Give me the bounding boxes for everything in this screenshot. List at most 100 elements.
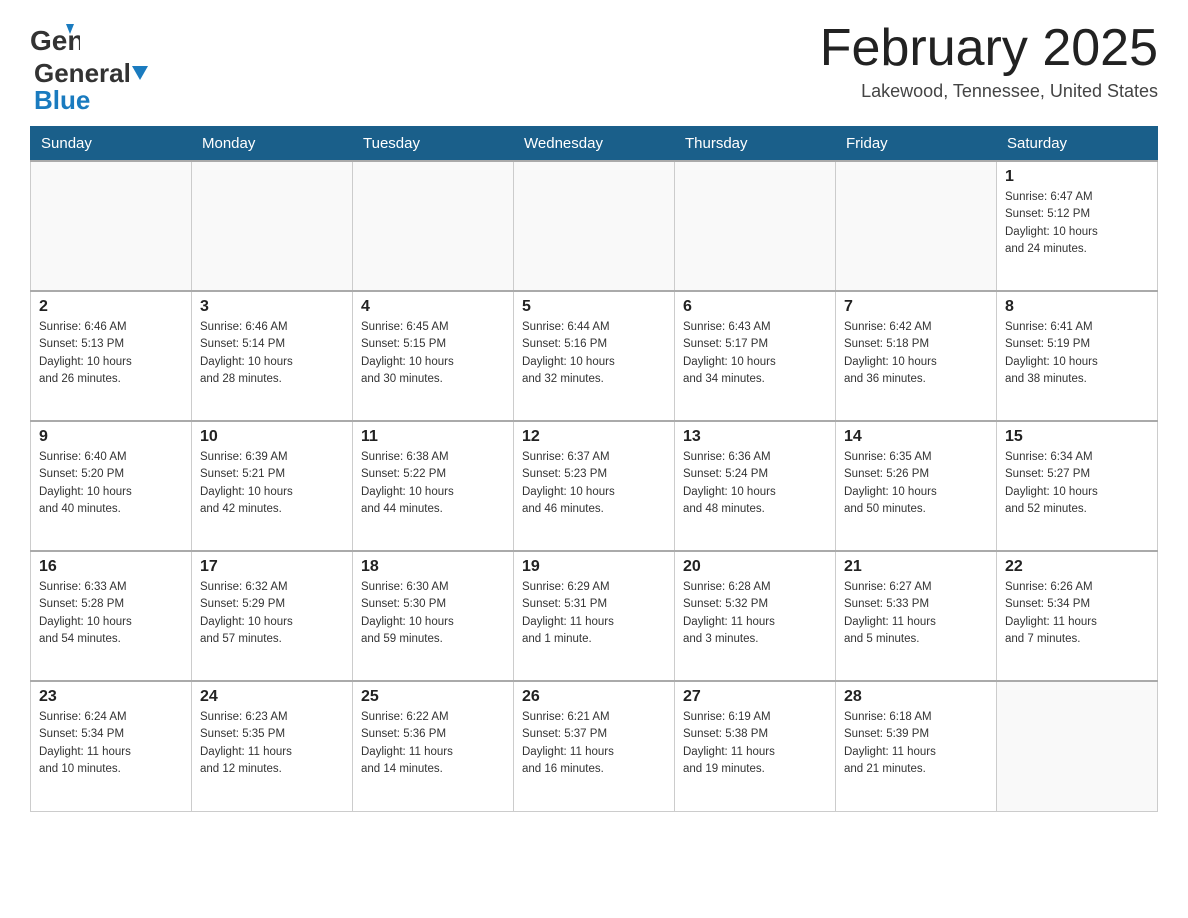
day-cell: 8 Sunrise: 6:41 AM Sunset: 5:19 PM Daylig… xyxy=(997,291,1158,421)
week-row-1: 1 Sunrise: 6:47 AM Sunset: 5:12 PM Daylig… xyxy=(31,161,1158,291)
day-cell: 15 Sunrise: 6:34 AM Sunset: 5:27 PM Dayli… xyxy=(997,421,1158,551)
day-cell: 11Sunrise: 6:38 AM Sunset: 5:22 PM Dayli… xyxy=(353,421,514,551)
title-section: February 2025 Lakewood, Tennessee, Unite… xyxy=(820,20,1158,102)
month-title: February 2025 xyxy=(820,20,1158,77)
weekday-header-sunday: Sunday xyxy=(31,127,192,162)
location: Lakewood, Tennessee, United States xyxy=(820,81,1158,102)
day-number: 13 xyxy=(683,428,827,446)
day-cell: 4 Sunrise: 6:45 AM Sunset: 5:15 PM Daylig… xyxy=(353,291,514,421)
day-number: 2 xyxy=(39,298,183,316)
day-info: Sunrise: 6:42 AM Sunset: 5:18 PM Dayligh… xyxy=(844,319,988,388)
day-info: Sunrise: 6:43 AM Sunset: 5:17 PM Dayligh… xyxy=(683,319,827,388)
day-cell: 3Sunrise: 6:46 AM Sunset: 5:14 PM Daylig… xyxy=(192,291,353,421)
weekday-header-saturday: Saturday xyxy=(997,127,1158,162)
day-cell: 26 Sunrise: 6:21 AM Sunset: 5:37 PM Dayli… xyxy=(514,681,675,811)
day-info: Sunrise: 6:23 AM Sunset: 5:35 PM Dayligh… xyxy=(200,709,344,778)
day-cell: 16 Sunrise: 6:33 AM Sunset: 5:28 PM Dayli… xyxy=(31,551,192,681)
day-number: 11 xyxy=(361,428,505,446)
day-cell: 2 Sunrise: 6:46 AM Sunset: 5:13 PM Daylig… xyxy=(31,291,192,421)
day-info: Sunrise: 6:46 AM Sunset: 5:13 PM Dayligh… xyxy=(39,319,183,388)
day-cell: 21 Sunrise: 6:27 AM Sunset: 5:33 PM Dayli… xyxy=(836,551,997,681)
day-info: Sunrise: 6:32 AM Sunset: 5:29 PM Dayligh… xyxy=(200,579,344,648)
day-number: 18 xyxy=(361,558,505,576)
weekday-header-wednesday: Wednesday xyxy=(514,127,675,162)
day-info: Sunrise: 6:22 AM Sunset: 5:36 PM Dayligh… xyxy=(361,709,505,778)
day-number: 3 xyxy=(200,298,344,316)
day-cell xyxy=(353,161,514,291)
day-cell xyxy=(31,161,192,291)
day-cell: 5Sunrise: 6:44 AM Sunset: 5:16 PM Daylig… xyxy=(514,291,675,421)
day-cell: 9 Sunrise: 6:40 AM Sunset: 5:20 PM Daylig… xyxy=(31,421,192,551)
day-info: Sunrise: 6:29 AM Sunset: 5:31 PM Dayligh… xyxy=(522,579,666,648)
day-number: 20 xyxy=(683,558,827,576)
week-row-5: 23 Sunrise: 6:24 AM Sunset: 5:34 PM Dayli… xyxy=(31,681,1158,811)
day-cell xyxy=(997,681,1158,811)
day-cell: 13 Sunrise: 6:36 AM Sunset: 5:24 PM Dayli… xyxy=(675,421,836,551)
week-row-2: 2 Sunrise: 6:46 AM Sunset: 5:13 PM Daylig… xyxy=(31,291,1158,421)
day-cell: 17 Sunrise: 6:32 AM Sunset: 5:29 PM Dayli… xyxy=(192,551,353,681)
day-info: Sunrise: 6:39 AM Sunset: 5:21 PM Dayligh… xyxy=(200,449,344,518)
day-cell xyxy=(675,161,836,291)
logo: General General Blue xyxy=(30,20,149,116)
day-info: Sunrise: 6:33 AM Sunset: 5:28 PM Dayligh… xyxy=(39,579,183,648)
day-info: Sunrise: 6:47 AM Sunset: 5:12 PM Dayligh… xyxy=(1005,189,1149,258)
day-info: Sunrise: 6:27 AM Sunset: 5:33 PM Dayligh… xyxy=(844,579,988,648)
weekday-header-thursday: Thursday xyxy=(675,127,836,162)
day-number: 28 xyxy=(844,688,988,706)
day-cell: 1 Sunrise: 6:47 AM Sunset: 5:12 PM Daylig… xyxy=(997,161,1158,291)
day-cell: 22 Sunrise: 6:26 AM Sunset: 5:34 PM Dayli… xyxy=(997,551,1158,681)
day-number: 14 xyxy=(844,428,988,446)
day-info: Sunrise: 6:18 AM Sunset: 5:39 PM Dayligh… xyxy=(844,709,988,778)
day-cell: 25Sunrise: 6:22 AM Sunset: 5:36 PM Dayli… xyxy=(353,681,514,811)
day-number: 16 xyxy=(39,558,183,576)
day-number: 1 xyxy=(1005,168,1149,186)
day-number: 27 xyxy=(683,688,827,706)
day-info: Sunrise: 6:24 AM Sunset: 5:34 PM Dayligh… xyxy=(39,709,183,778)
day-number: 6 xyxy=(683,298,827,316)
day-number: 7 xyxy=(844,298,988,316)
page-header: General General Blue February 2025 Lakew… xyxy=(30,20,1158,116)
day-number: 26 xyxy=(522,688,666,706)
day-info: Sunrise: 6:19 AM Sunset: 5:38 PM Dayligh… xyxy=(683,709,827,778)
day-cell: 19 Sunrise: 6:29 AM Sunset: 5:31 PM Dayli… xyxy=(514,551,675,681)
day-cell: 7 Sunrise: 6:42 AM Sunset: 5:18 PM Daylig… xyxy=(836,291,997,421)
logo-triangle-icon xyxy=(132,66,148,82)
day-cell: 24 Sunrise: 6:23 AM Sunset: 5:35 PM Dayli… xyxy=(192,681,353,811)
day-info: Sunrise: 6:21 AM Sunset: 5:37 PM Dayligh… xyxy=(522,709,666,778)
day-info: Sunrise: 6:36 AM Sunset: 5:24 PM Dayligh… xyxy=(683,449,827,518)
day-number: 15 xyxy=(1005,428,1149,446)
day-info: Sunrise: 6:34 AM Sunset: 5:27 PM Dayligh… xyxy=(1005,449,1149,518)
weekday-header-row: SundayMondayTuesdayWednesdayThursdayFrid… xyxy=(31,127,1158,162)
day-number: 9 xyxy=(39,428,183,446)
day-info: Sunrise: 6:28 AM Sunset: 5:32 PM Dayligh… xyxy=(683,579,827,648)
day-number: 19 xyxy=(522,558,666,576)
day-number: 24 xyxy=(200,688,344,706)
day-cell: 18 Sunrise: 6:30 AM Sunset: 5:30 PM Dayli… xyxy=(353,551,514,681)
calendar-table: SundayMondayTuesdayWednesdayThursdayFrid… xyxy=(30,126,1158,812)
day-info: Sunrise: 6:40 AM Sunset: 5:20 PM Dayligh… xyxy=(39,449,183,518)
day-number: 21 xyxy=(844,558,988,576)
day-cell: 10 Sunrise: 6:39 AM Sunset: 5:21 PM Dayli… xyxy=(192,421,353,551)
logo-blue: Blue xyxy=(34,85,90,115)
day-number: 12 xyxy=(522,428,666,446)
day-info: Sunrise: 6:45 AM Sunset: 5:15 PM Dayligh… xyxy=(361,319,505,388)
day-info: Sunrise: 6:41 AM Sunset: 5:19 PM Dayligh… xyxy=(1005,319,1149,388)
day-number: 22 xyxy=(1005,558,1149,576)
day-number: 4 xyxy=(361,298,505,316)
day-number: 23 xyxy=(39,688,183,706)
day-cell: 27 Sunrise: 6:19 AM Sunset: 5:38 PM Dayli… xyxy=(675,681,836,811)
weekday-header-friday: Friday xyxy=(836,127,997,162)
day-info: Sunrise: 6:26 AM Sunset: 5:34 PM Dayligh… xyxy=(1005,579,1149,648)
svg-text:General: General xyxy=(30,25,80,56)
day-cell: 23 Sunrise: 6:24 AM Sunset: 5:34 PM Dayli… xyxy=(31,681,192,811)
weekday-header-monday: Monday xyxy=(192,127,353,162)
day-cell: 12Sunrise: 6:37 AM Sunset: 5:23 PM Dayli… xyxy=(514,421,675,551)
weekday-header-tuesday: Tuesday xyxy=(353,127,514,162)
day-number: 17 xyxy=(200,558,344,576)
day-cell: 14Sunrise: 6:35 AM Sunset: 5:26 PM Dayli… xyxy=(836,421,997,551)
day-number: 5 xyxy=(522,298,666,316)
day-number: 8 xyxy=(1005,298,1149,316)
day-number: 10 xyxy=(200,428,344,446)
day-info: Sunrise: 6:30 AM Sunset: 5:30 PM Dayligh… xyxy=(361,579,505,648)
day-cell xyxy=(836,161,997,291)
